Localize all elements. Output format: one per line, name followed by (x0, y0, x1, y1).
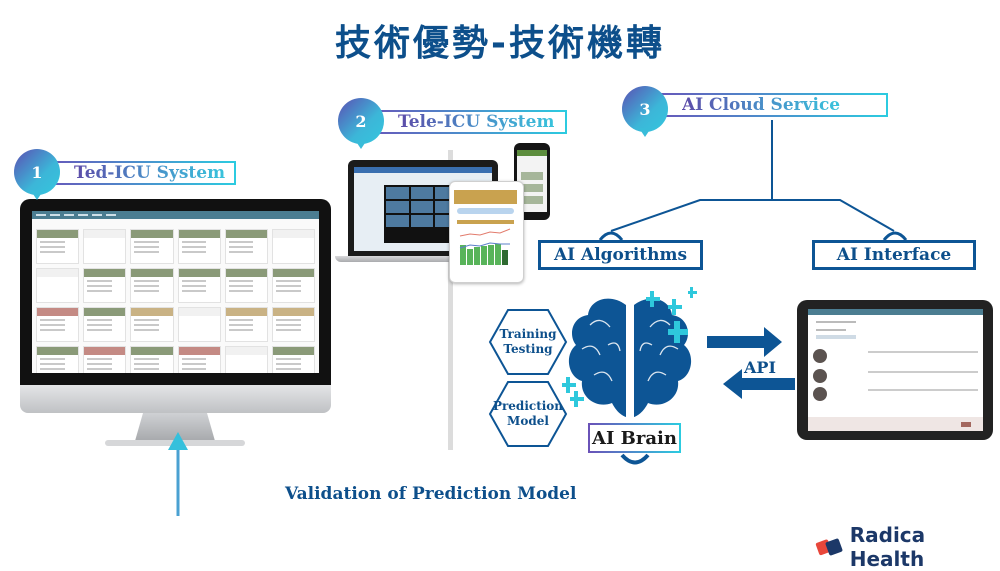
section-label-ted-icu: Ted-ICU System (38, 161, 236, 185)
ai-interface-label: AI Interface (836, 245, 952, 265)
radica-logo-icon (815, 538, 843, 556)
api-label: API (744, 358, 776, 377)
hexagon-prediction-model: Prediction Model (490, 382, 566, 446)
hexagon-line: Model (507, 414, 549, 428)
tree-branch-line (610, 199, 895, 232)
hexagon-line: Prediction (492, 399, 564, 413)
section-number-badge-1: 1 (14, 149, 60, 200)
section-number-badge-3: 3 (622, 86, 668, 137)
section-label-text: Tele-ICU System (398, 112, 555, 132)
section-number: 2 (355, 111, 367, 131)
hexagon-line: Training (499, 327, 557, 341)
branch-socket-left (598, 231, 624, 241)
brain-icon (562, 287, 697, 417)
section-label-text: Ted-ICU System (74, 163, 226, 183)
section-label-ai-cloud: AI Cloud Service (646, 93, 888, 117)
ai-interface-box: AI Interface (812, 240, 976, 270)
feedback-arrow-head (168, 432, 188, 450)
radica-health-logo: Radica Health (815, 523, 1000, 571)
hexagon-line: Testing (503, 342, 553, 356)
section-label-tele-icu: Tele-ICU System (362, 110, 567, 134)
hexagon-training-testing: Training Testing (490, 310, 566, 374)
ai-algorithms-label: AI Algorithms (553, 245, 688, 265)
ai-algorithms-box: AI Algorithms (538, 240, 703, 270)
ai-brain-label: AI Brain (588, 423, 681, 453)
ai-interface-screenshot (808, 309, 983, 431)
section-number: 1 (31, 162, 43, 182)
section-label-text: AI Cloud Service (682, 95, 841, 115)
brand-name: Radica Health (849, 523, 926, 571)
section-number-badge-2: 2 (338, 98, 384, 149)
validation-of-prediction-model-label: Validation of Prediction Model (285, 484, 577, 504)
branch-socket-right (882, 231, 908, 241)
api-arrow-right (707, 327, 782, 357)
brain-socket (620, 453, 650, 465)
connector-lines (168, 120, 908, 518)
section-number: 3 (639, 99, 651, 119)
